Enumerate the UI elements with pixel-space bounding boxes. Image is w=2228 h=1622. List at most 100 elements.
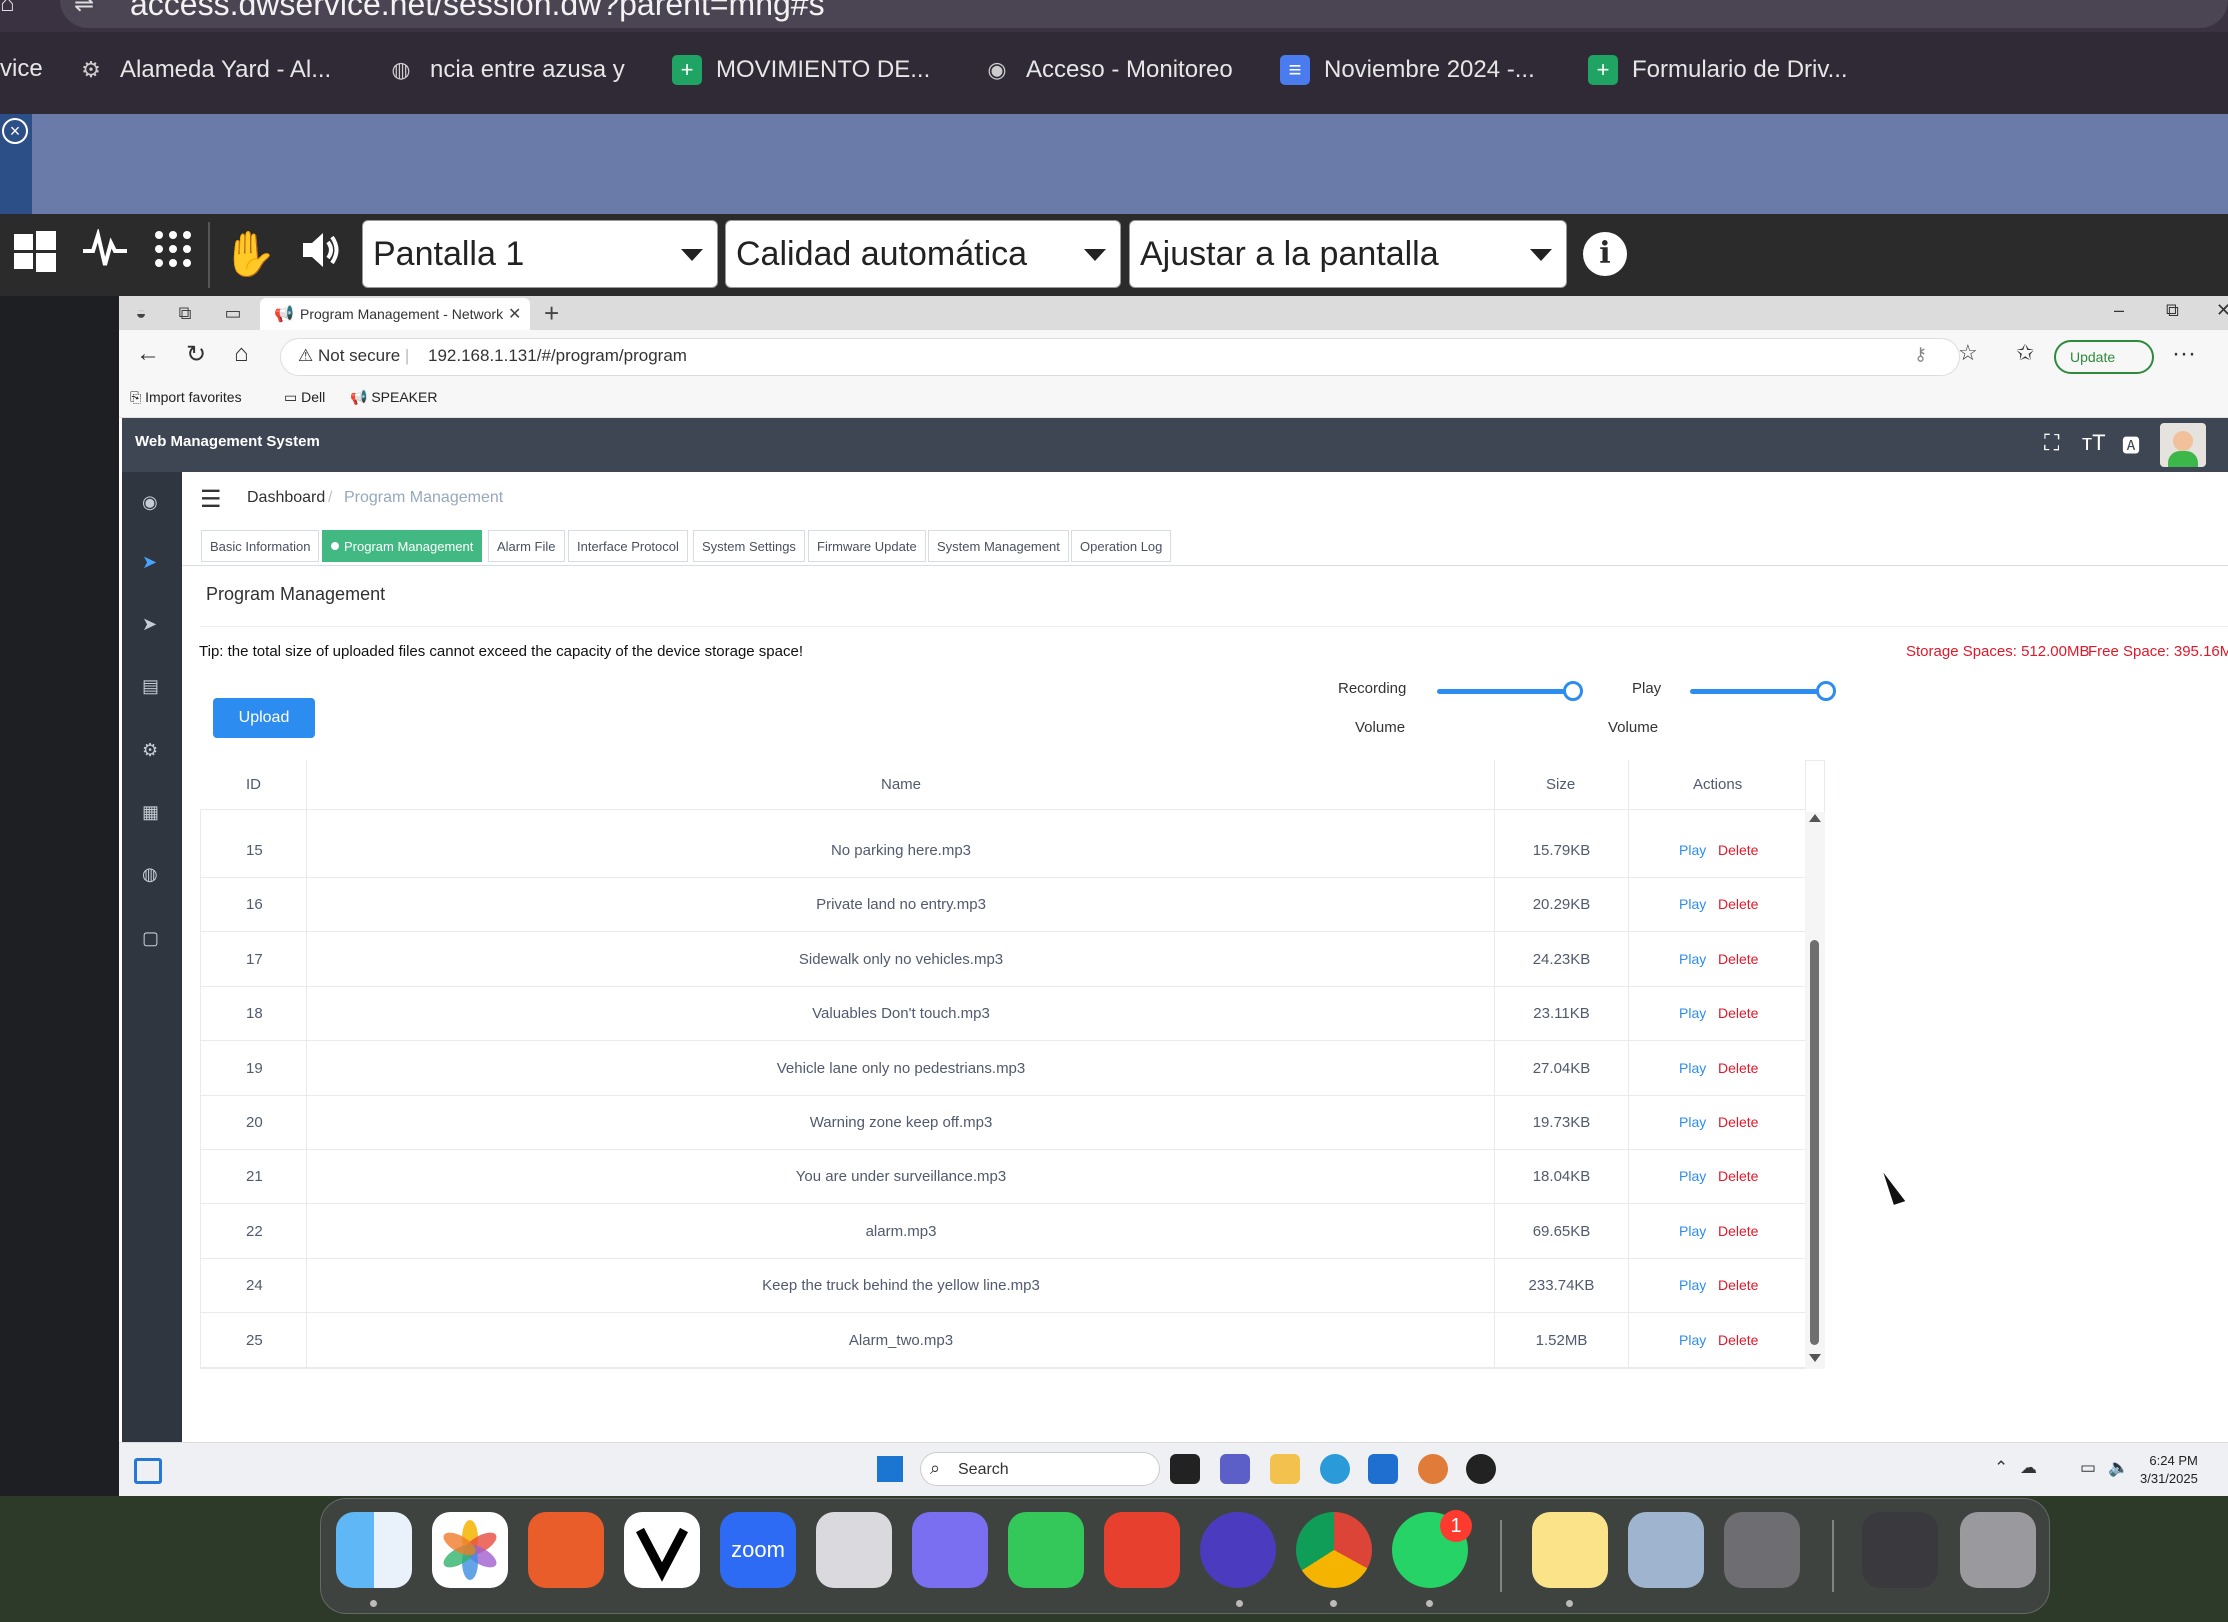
language-icon[interactable]: 🅰 (2122, 432, 2140, 458)
scroll-down-icon[interactable] (1809, 1354, 1821, 1362)
tab-firmware-update[interactable]: Firmware Update (808, 530, 926, 562)
new-tab-icon[interactable]: + (544, 298, 559, 329)
not-secure-indicator[interactable]: ⚠ Not secure | (298, 346, 409, 366)
edge-icon[interactable] (1320, 1454, 1350, 1484)
photos-icon[interactable] (432, 1512, 508, 1588)
firefox-icon[interactable] (1200, 1512, 1276, 1588)
anydesk-icon[interactable] (1104, 1512, 1180, 1588)
edge-profile-icon[interactable]: ◒ (128, 300, 154, 326)
favorite-speaker[interactable]: 📢 SPEAKER (350, 389, 437, 406)
notes-icon[interactable] (1532, 1512, 1608, 1588)
tab-program-management[interactable]: Program Management (322, 530, 483, 562)
messages-icon[interactable] (1008, 1512, 1084, 1588)
play-link[interactable]: Play (1679, 1060, 1706, 1076)
fullscreen-icon[interactable]: ⛶ (2044, 430, 2059, 456)
chrome-icon[interactable] (1296, 1512, 1372, 1588)
hand-icon[interactable]: ✋ (222, 228, 277, 282)
speaker-icon[interactable] (294, 228, 348, 282)
avatar[interactable] (2160, 423, 2206, 467)
favorite-import[interactable]: ⎘ Import favorites (130, 389, 242, 406)
send-icon[interactable]: ➤ (142, 614, 157, 635)
back-icon[interactable]: ← (136, 340, 160, 368)
onedrive-icon[interactable]: ☁ (2020, 1458, 2037, 1478)
play-link[interactable]: Play (1679, 842, 1706, 858)
upload-button[interactable]: Upload (213, 698, 315, 738)
store-icon[interactable] (1368, 1454, 1398, 1484)
delete-link[interactable]: Delete (1718, 1277, 1758, 1293)
home-icon[interactable]: ⌂ (234, 340, 249, 368)
info-icon[interactable]: i (1583, 232, 1627, 276)
zoom-icon[interactable]: zoom (720, 1512, 796, 1588)
screen-select[interactable]: Pantalla 1 (362, 220, 718, 288)
media-player-icon[interactable] (1466, 1454, 1496, 1484)
delete-link[interactable]: Delete (1718, 1223, 1758, 1239)
play-volume-slider[interactable] (1690, 689, 1826, 694)
delete-link[interactable]: Delete (1718, 896, 1758, 912)
bookmark-acceso[interactable]: ◉ Acceso - Monitoreo (982, 55, 1232, 85)
trash-icon[interactable] (1960, 1512, 2036, 1588)
column-id[interactable]: ID (246, 776, 261, 793)
more-menu-icon[interactable]: ··· (2172, 340, 2196, 368)
tab-basic-information[interactable]: Basic Information (201, 530, 320, 562)
play-link[interactable]: Play (1679, 1277, 1706, 1293)
remote-app-icon[interactable] (528, 1512, 604, 1588)
bookmark-noviembre[interactable]: ≡ Noviembre 2024 -... (1280, 55, 1535, 85)
play-link[interactable]: Play (1679, 951, 1706, 967)
delete-link[interactable]: Delete (1718, 1060, 1758, 1076)
document-icon[interactable]: ▤ (142, 676, 159, 697)
v-app-icon[interactable] (624, 1512, 700, 1588)
font-size-icon[interactable]: ᴛT (2082, 430, 2106, 456)
recording-volume-slider[interactable] (1437, 689, 1573, 694)
url-text[interactable]: 192.168.1.131/#/program/program (428, 346, 687, 366)
globe-icon[interactable]: ◍ (142, 864, 158, 885)
minimize-icon[interactable]: – (2114, 300, 2124, 321)
site-info-icon[interactable]: ⇌ (74, 0, 94, 19)
task-view-icon[interactable] (1170, 1454, 1200, 1484)
hamburger-icon[interactable]: ☰ (200, 485, 222, 514)
favorite-dell[interactable]: ▭ Dell (284, 389, 325, 406)
widgets-icon[interactable] (134, 1458, 162, 1484)
tab-system-settings[interactable]: System Settings (693, 530, 805, 562)
close-window-icon[interactable]: ✕ (2216, 300, 2228, 321)
music-app-icon[interactable] (912, 1512, 988, 1588)
grid-icon[interactable]: ▦ (142, 802, 159, 823)
teams-icon[interactable] (1220, 1454, 1250, 1484)
favorites-icon[interactable]: ✩ (2016, 340, 2034, 366)
network-icon[interactable]: ▭ (2080, 1458, 2096, 1478)
launchpad-icon[interactable] (816, 1512, 892, 1588)
update-button[interactable]: Update (2054, 340, 2154, 374)
tab-actions-icon[interactable]: ▭ (220, 300, 246, 326)
delete-link[interactable]: Delete (1718, 842, 1758, 858)
taskbar-clock[interactable]: 6:24 PM 3/31/2025 (2140, 1452, 2198, 1488)
tab-system-management[interactable]: System Management (928, 530, 1069, 562)
scroll-up-icon[interactable] (1809, 814, 1821, 822)
file-icon[interactable]: ▢ (142, 928, 159, 949)
play-link[interactable]: Play (1679, 1005, 1706, 1021)
delete-link[interactable]: Delete (1718, 951, 1758, 967)
play-link[interactable]: Play (1679, 1223, 1706, 1239)
activity-icon[interactable] (78, 227, 132, 282)
play-link[interactable]: Play (1679, 1114, 1706, 1130)
windows-icon[interactable] (8, 228, 62, 282)
bookmark-alameda-yard[interactable]: ⚙ Alameda Yard - Al... (76, 55, 331, 85)
play-volume-handle[interactable] (1816, 681, 1836, 701)
close-session-icon[interactable]: × (2, 118, 28, 144)
column-name[interactable]: Name (881, 776, 921, 793)
delete-link[interactable]: Delete (1718, 1332, 1758, 1348)
bookmark-movimiento[interactable]: + MOVIMIENTO DE... (672, 55, 930, 85)
bookmark-formulario[interactable]: + Formulario de Driv... (1588, 55, 1848, 85)
finder-icon[interactable] (336, 1512, 412, 1588)
file-explorer-icon[interactable] (1270, 1454, 1300, 1484)
taskbar-search-box[interactable] (920, 1452, 1160, 1486)
scrollbar-thumb[interactable] (1810, 940, 1819, 1345)
bookmark-azusa[interactable]: ◍ ncia entre azusa y (386, 55, 624, 85)
mac-url-text[interactable]: access.dwservice.net/session.dw?parent=m… (130, 0, 825, 23)
recent-window-icon[interactable] (1862, 1512, 1938, 1588)
tab-operation-log[interactable]: Operation Log (1071, 530, 1172, 562)
windows-start-icon[interactable] (877, 1456, 903, 1482)
dashboard-icon[interactable]: ◉ (142, 492, 158, 513)
quality-select[interactable]: Calidad automática (725, 220, 1121, 288)
restore-icon[interactable]: ⧉ (2166, 300, 2179, 321)
play-link[interactable]: Play (1679, 1332, 1706, 1348)
breadcrumb-dashboard[interactable]: Dashboard (247, 489, 325, 507)
